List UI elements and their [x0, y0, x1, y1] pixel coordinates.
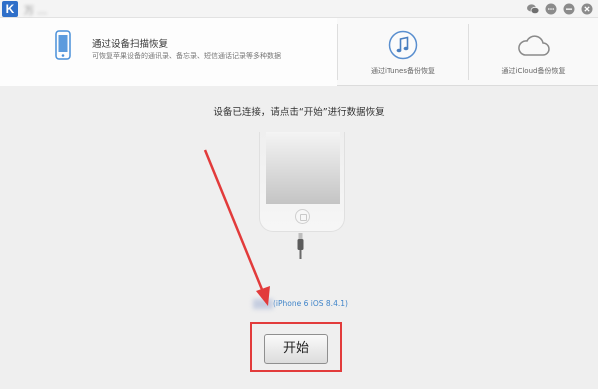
device-name-redacted — [253, 298, 273, 309]
active-tab-pointer — [56, 80, 68, 86]
title-bar: K 万 … — [0, 0, 598, 18]
device-illustration — [259, 132, 345, 234]
close-icon[interactable] — [580, 2, 594, 16]
cloud-icon — [517, 35, 550, 56]
phone-icon — [55, 30, 71, 60]
device-screen — [266, 132, 340, 204]
tab-icloud-caption: 通过iCloud备份恢复 — [501, 67, 566, 75]
device-model-label: (iPhone 6 iOS 8.4.1) — [273, 299, 348, 308]
device-info: (iPhone 6 iOS 8.4.1) — [253, 293, 348, 309]
usb-cable-icon — [297, 233, 304, 259]
title-controls — [526, 2, 594, 16]
tab-icloud[interactable]: 通过iCloud备份恢复 — [469, 18, 598, 86]
connection-instruction: 设备已连接，请点击“开始”进行数据恢复 — [213, 107, 385, 118]
chat-bubble-icon[interactable] — [544, 2, 558, 16]
home-button-icon — [295, 209, 310, 224]
music-note-icon — [388, 30, 418, 60]
minimize-icon[interactable] — [562, 2, 576, 16]
tab-device-scan[interactable]: 通过设备扫描恢复 可恢复苹果设备的通讯录、备忘录、短信通话记录等多种数据 — [0, 18, 337, 86]
tab-itunes-caption: 通过iTunes备份恢复 — [371, 67, 435, 75]
device-body — [259, 132, 345, 232]
app-logo: K — [2, 1, 18, 17]
window-title: 万 … — [24, 6, 48, 15]
recovery-mode-tabs: 通过设备扫描恢复 可恢复苹果设备的通讯录、备忘录、短信通话记录等多种数据 通过i… — [0, 18, 598, 86]
wechat-icon[interactable] — [526, 2, 540, 16]
tab-itunes[interactable]: 通过iTunes备份恢复 — [338, 18, 468, 86]
start-button[interactable]: 开始 — [264, 334, 328, 364]
tab-device-scan-title: 通过设备扫描恢复 — [92, 39, 169, 50]
tab-device-scan-description: 可恢复苹果设备的通讯录、备忘录、短信通话记录等多种数据 — [92, 52, 281, 60]
